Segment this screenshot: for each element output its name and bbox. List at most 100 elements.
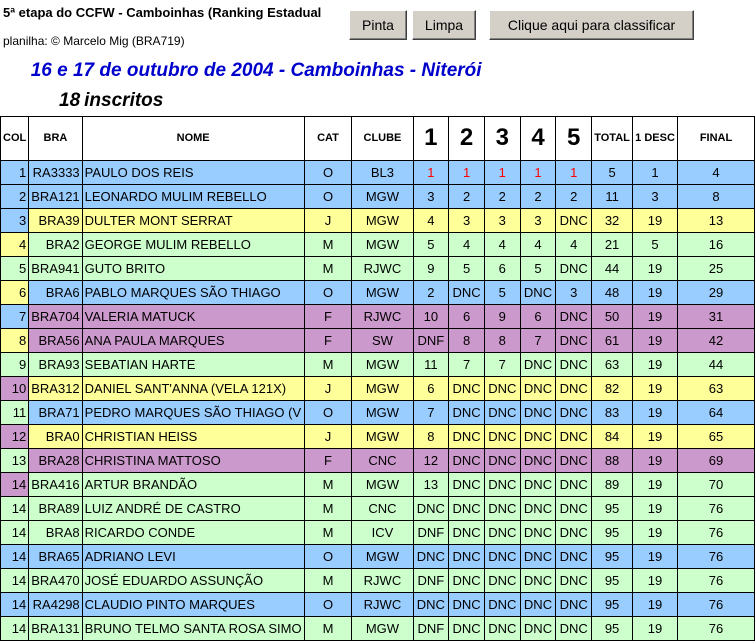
race-4-cell[interactable]: DNC — [519, 351, 557, 377]
bra-cell[interactable]: BRA71 — [28, 399, 83, 425]
race-5-cell[interactable]: DNC — [555, 567, 593, 593]
bra-cell[interactable]: RA3333 — [28, 159, 83, 185]
desc-cell[interactable]: 19 — [632, 591, 679, 617]
race-5-cell[interactable]: DNC — [555, 255, 593, 281]
race-4-cell[interactable]: DNC — [519, 375, 557, 401]
total-cell[interactable]: 95 — [591, 567, 634, 593]
cat-cell[interactable]: F — [303, 327, 353, 353]
nome-cell[interactable]: GUTO BRITO — [81, 255, 305, 281]
race-5-cell[interactable]: DNC — [555, 207, 593, 233]
total-cell[interactable]: 32 — [591, 207, 634, 233]
race-3-cell[interactable]: 1 — [483, 159, 521, 185]
race-4-cell[interactable]: DNC — [519, 447, 557, 473]
clube-cell[interactable]: RJWC — [351, 591, 414, 617]
race-4-cell[interactable]: DNC — [519, 471, 557, 497]
clube-cell[interactable]: RJWC — [351, 567, 414, 593]
race-2-cell[interactable]: DNC — [448, 447, 485, 473]
cat-cell[interactable]: M — [303, 255, 353, 281]
nome-cell[interactable]: GEORGE MULIM REBELLO — [81, 231, 305, 257]
desc-cell[interactable]: 19 — [632, 615, 679, 641]
total-cell[interactable]: 63 — [591, 351, 634, 377]
header-col[interactable]: COL — [0, 115, 30, 161]
final-cell[interactable]: 8 — [677, 183, 755, 209]
race-2-cell[interactable]: 1 — [448, 159, 485, 185]
race-3-cell[interactable]: 2 — [483, 183, 521, 209]
total-cell[interactable]: 11 — [591, 183, 634, 209]
race-5-cell[interactable]: DNC — [555, 591, 593, 617]
cat-cell[interactable]: J — [303, 207, 353, 233]
race-3-cell[interactable]: DNC — [483, 399, 521, 425]
cat-cell[interactable]: M — [303, 495, 353, 521]
race-2-cell[interactable]: 4 — [448, 231, 485, 257]
col-cell[interactable]: 11 — [0, 399, 30, 425]
total-cell[interactable]: 83 — [591, 399, 634, 425]
col-cell[interactable]: 13 — [0, 447, 30, 473]
race-4-cell[interactable]: 7 — [519, 327, 557, 353]
race-1-cell[interactable]: 10 — [412, 303, 450, 329]
race-4-cell[interactable]: DNC — [519, 591, 557, 617]
clube-cell[interactable]: RJWC — [351, 303, 414, 329]
race-4-cell[interactable]: DNC — [519, 567, 557, 593]
final-cell[interactable]: 65 — [677, 423, 755, 449]
nome-cell[interactable]: CHRISTINA MATTOSO — [81, 447, 305, 473]
header-race-4[interactable]: 4 — [519, 115, 557, 161]
nome-cell[interactable]: VALERIA MATUCK — [81, 303, 305, 329]
race-1-cell[interactable]: DNC — [412, 495, 450, 521]
col-cell[interactable]: 12 — [0, 423, 30, 449]
col-cell[interactable]: 14 — [0, 519, 30, 545]
cat-cell[interactable]: M — [303, 351, 353, 377]
race-1-cell[interactable]: DNF — [412, 519, 450, 545]
bra-cell[interactable]: BRA39 — [28, 207, 83, 233]
limpa-button[interactable]: Limpa — [412, 10, 476, 40]
col-cell[interactable]: 5 — [0, 255, 30, 281]
desc-cell[interactable]: 19 — [632, 423, 679, 449]
race-2-cell[interactable]: DNC — [448, 495, 485, 521]
final-cell[interactable]: 25 — [677, 255, 755, 281]
col-cell[interactable]: 10 — [0, 375, 30, 401]
race-3-cell[interactable]: DNC — [483, 543, 521, 569]
bra-cell[interactable]: RA4298 — [28, 591, 83, 617]
cat-cell[interactable]: O — [303, 279, 353, 305]
clube-cell[interactable]: CNC — [351, 495, 414, 521]
race-3-cell[interactable]: 5 — [483, 279, 521, 305]
race-5-cell[interactable]: DNC — [555, 615, 593, 641]
cat-cell[interactable]: M — [303, 567, 353, 593]
header-final[interactable]: FINAL — [677, 115, 755, 161]
cat-cell[interactable]: O — [303, 159, 353, 185]
header-bra[interactable]: BRA — [28, 115, 83, 161]
cat-cell[interactable]: M — [303, 231, 353, 257]
race-4-cell[interactable]: DNC — [519, 279, 557, 305]
race-2-cell[interactable]: 7 — [448, 351, 485, 377]
nome-cell[interactable]: PAULO DOS REIS — [81, 159, 305, 185]
col-cell[interactable]: 14 — [0, 615, 30, 641]
bra-cell[interactable]: BRA0 — [28, 423, 83, 449]
race-1-cell[interactable]: 1 — [412, 159, 450, 185]
bra-cell[interactable]: BRA93 — [28, 351, 83, 377]
race-3-cell[interactable]: 4 — [483, 231, 521, 257]
race-1-cell[interactable]: 11 — [412, 351, 450, 377]
cat-cell[interactable]: J — [303, 375, 353, 401]
race-1-cell[interactable]: 3 — [412, 183, 450, 209]
race-1-cell[interactable]: 12 — [412, 447, 450, 473]
race-4-cell[interactable]: DNC — [519, 495, 557, 521]
final-cell[interactable]: 13 — [677, 207, 755, 233]
final-cell[interactable]: 42 — [677, 327, 755, 353]
col-cell[interactable]: 14 — [0, 543, 30, 569]
race-3-cell[interactable]: DNC — [483, 519, 521, 545]
final-cell[interactable]: 76 — [677, 591, 755, 617]
event-title[interactable]: 16 e 17 de outubro de 2004 - Camboinhas … — [29, 56, 755, 86]
race-2-cell[interactable]: DNC — [448, 279, 485, 305]
header-nome[interactable]: NOME — [81, 115, 305, 161]
final-cell[interactable]: 76 — [677, 567, 755, 593]
nome-cell[interactable]: JOSÉ EDUARDO ASSUNÇÃO — [81, 567, 305, 593]
bra-cell[interactable]: BRA941 — [28, 255, 83, 281]
total-cell[interactable]: 61 — [591, 327, 634, 353]
cat-cell[interactable]: O — [303, 399, 353, 425]
clube-cell[interactable]: MGW — [351, 615, 414, 641]
desc-cell[interactable]: 19 — [632, 255, 679, 281]
clube-cell[interactable]: MGW — [351, 183, 414, 209]
clube-cell[interactable]: MGW — [351, 423, 414, 449]
clube-cell[interactable]: RJWC — [351, 255, 414, 281]
race-4-cell[interactable]: 4 — [519, 231, 557, 257]
cat-cell[interactable]: O — [303, 183, 353, 209]
